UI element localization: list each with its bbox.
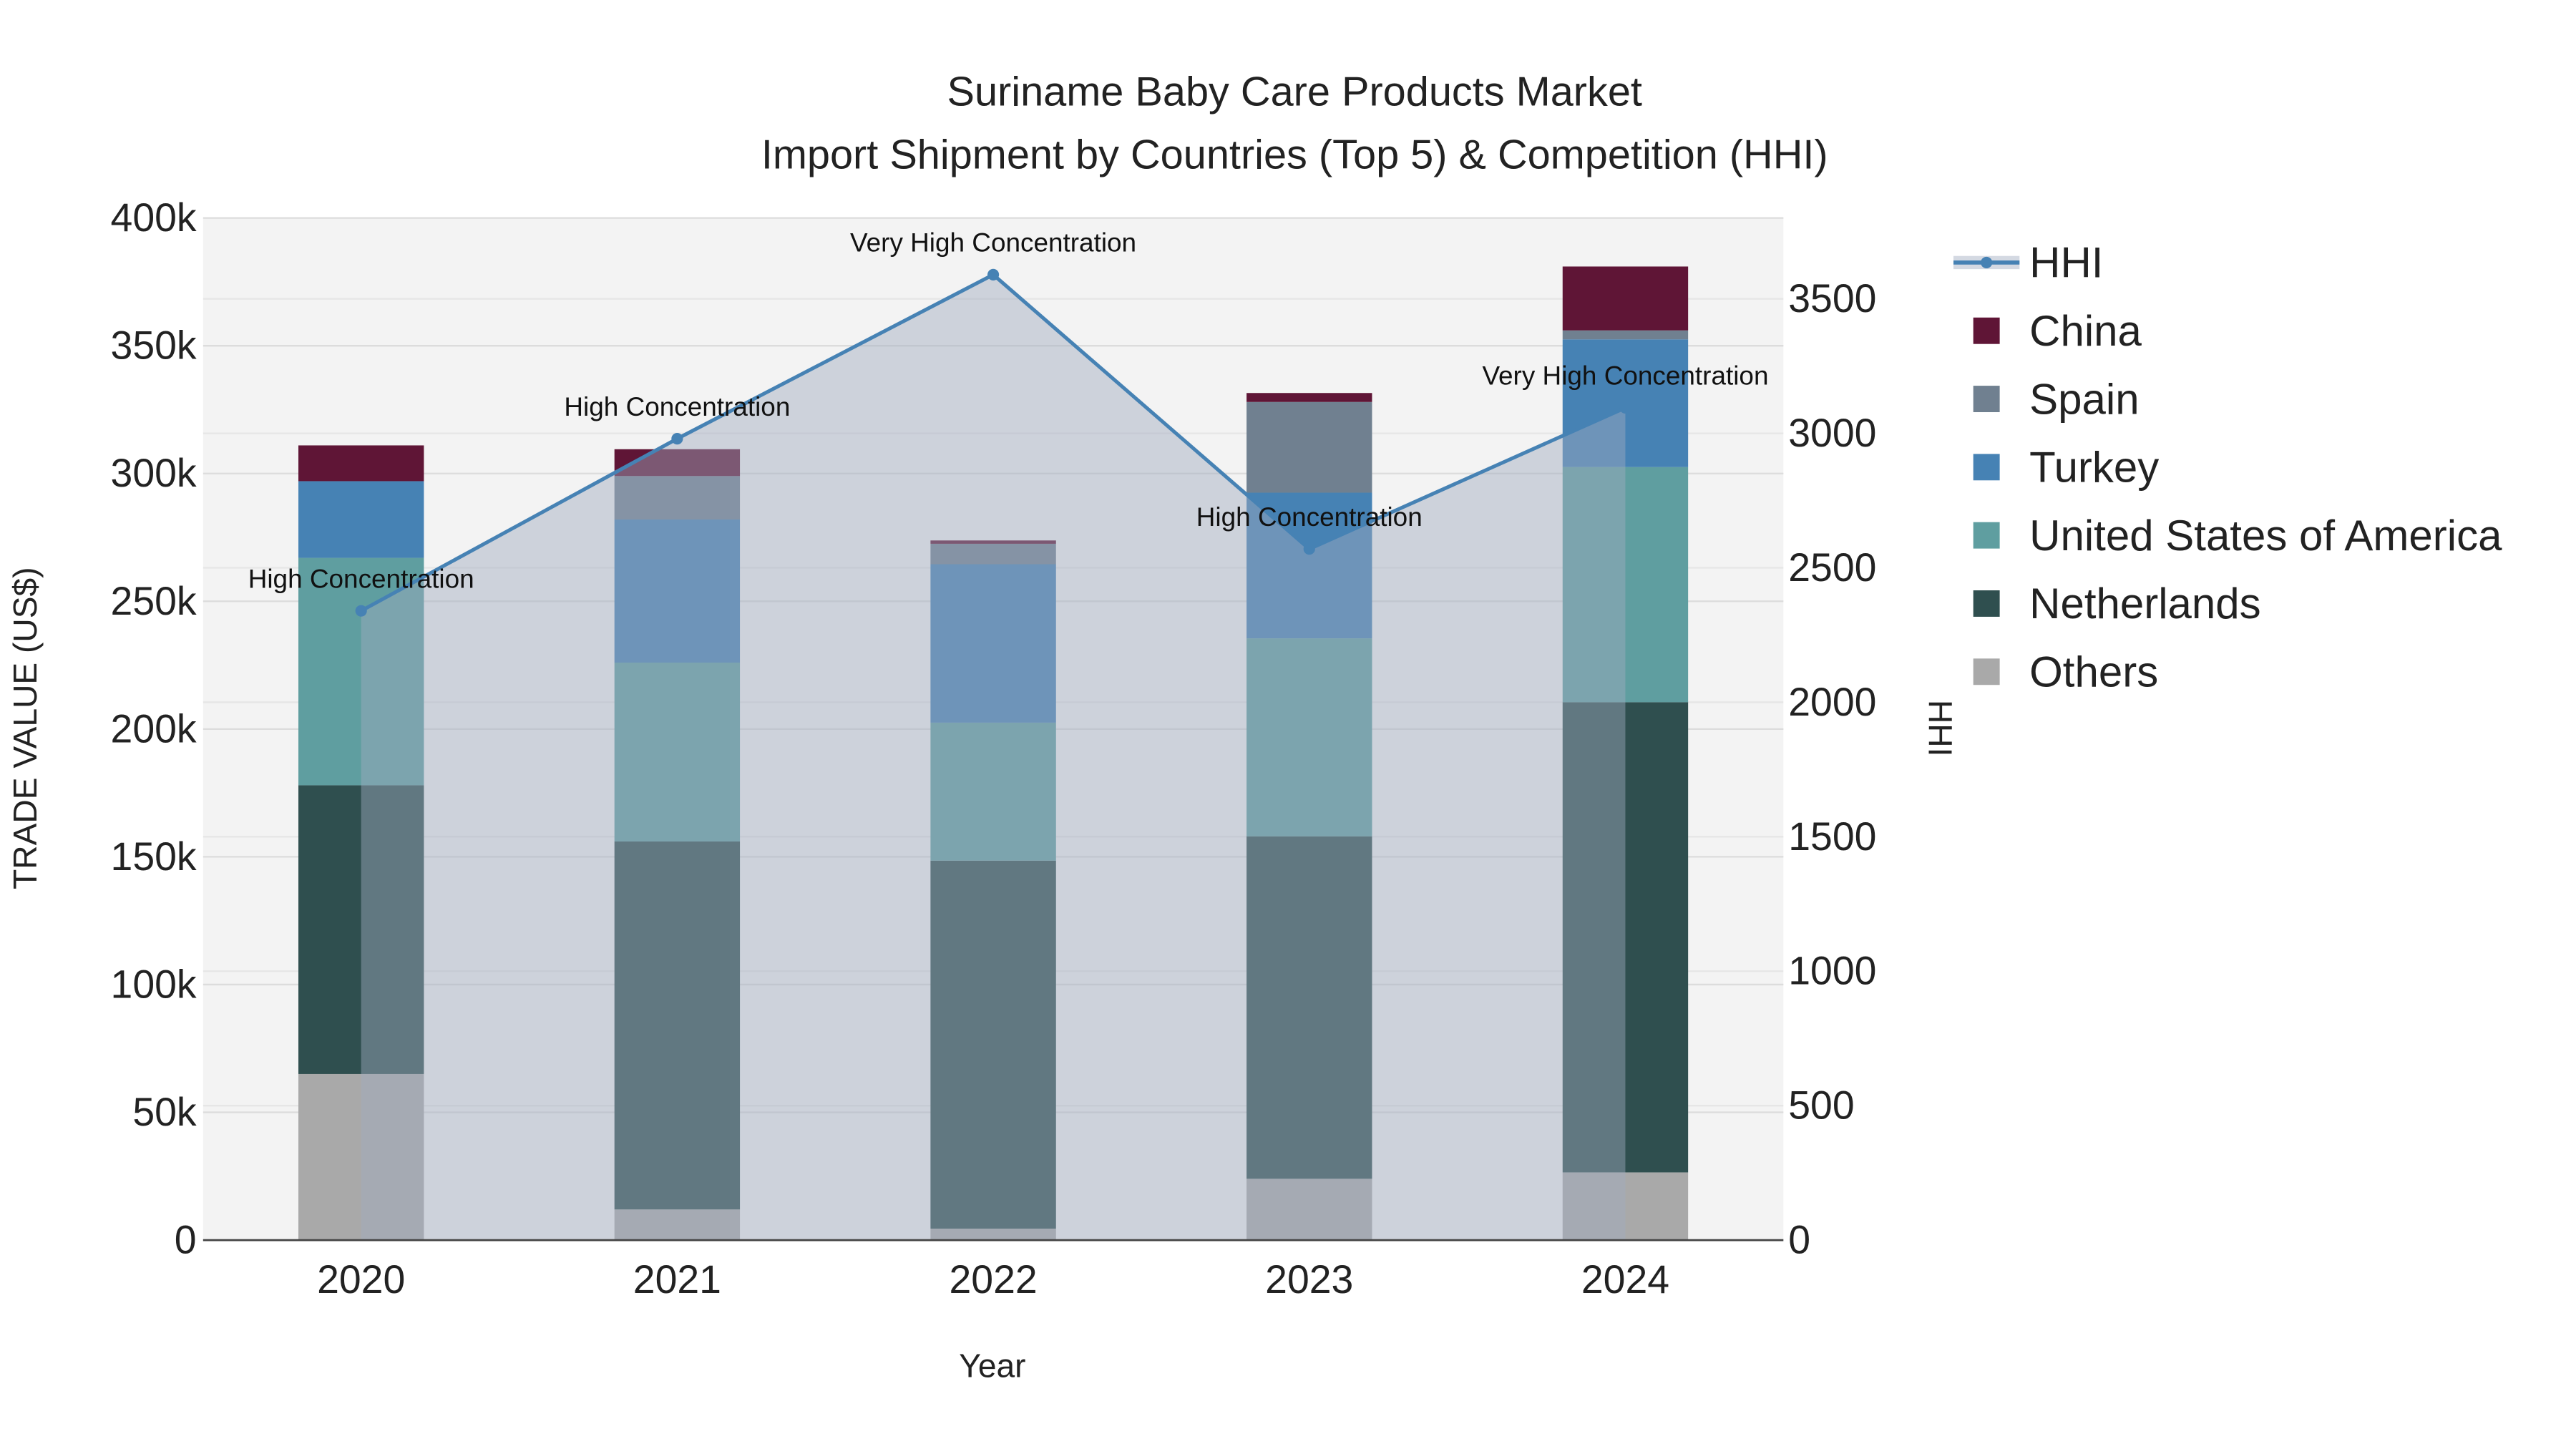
bar-china-2020 bbox=[298, 445, 424, 482]
legend-swatch-china bbox=[1973, 317, 2000, 344]
legend-swatch-turkey bbox=[1973, 454, 2000, 481]
bar-china-2023 bbox=[1246, 393, 1372, 402]
y-tick-label: 400k bbox=[111, 195, 197, 240]
x-tick-label: 2023 bbox=[1265, 1257, 1353, 1302]
x-tick-label: 2020 bbox=[317, 1257, 405, 1302]
y-tick-label: 300k bbox=[111, 451, 197, 495]
y-tick-label: 100k bbox=[111, 962, 197, 1006]
bar-turkey-2020 bbox=[298, 481, 424, 558]
y2-tick-label: 3000 bbox=[1788, 411, 1876, 455]
y-axis-ticks: 0 50k 100k 150k 200k 250k 300k 350k 400k bbox=[111, 195, 197, 1262]
legend-label-united-states-of-america: United States of America bbox=[2029, 512, 2502, 560]
hhi-point-2024 bbox=[1619, 401, 1631, 414]
chart-title-line2: Import Shipment by Countries (Top 5) & C… bbox=[761, 132, 1828, 177]
y-tick-label: 0 bbox=[175, 1218, 197, 1262]
legend-swatch-hhi-marker bbox=[1981, 256, 1993, 268]
x-tick-label: 2022 bbox=[949, 1257, 1037, 1302]
x-tick-label: 2021 bbox=[633, 1257, 721, 1302]
y2-tick-label: 2500 bbox=[1788, 545, 1876, 590]
y2-axis-ticks: 0 500 1000 1500 2000 2500 3000 3500 bbox=[1788, 276, 1876, 1262]
hhi-annotation-2023: High Concentration bbox=[1196, 502, 1423, 532]
x-tick-label: 2024 bbox=[1581, 1257, 1669, 1302]
hhi-annotation-2020: High Concentration bbox=[248, 564, 474, 593]
hhi-annotation-2021: High Concentration bbox=[564, 392, 790, 421]
hhi-point-2023 bbox=[1303, 543, 1315, 555]
y2-tick-label: 500 bbox=[1788, 1083, 1854, 1128]
y2-tick-label: 1500 bbox=[1788, 814, 1876, 859]
legend-swatch-netherlands bbox=[1973, 590, 2000, 617]
y-tick-label: 350k bbox=[111, 323, 197, 368]
y-axis-title: TRADE VALUE (US$) bbox=[6, 567, 44, 889]
y-tick-label: 50k bbox=[132, 1090, 197, 1134]
x-axis-ticks: 2020 2021 2022 2023 2024 bbox=[317, 1257, 1669, 1302]
legend: HHI China Spain Turkey United States of Amer… bbox=[1953, 239, 2502, 696]
legend-label-turkey: Turkey bbox=[2029, 444, 2159, 492]
legend-swatch-united-states-of-america bbox=[1973, 522, 2000, 549]
hhi-annotation-2024: Very High Concentration bbox=[1482, 361, 1768, 391]
y2-axis-title: HHI bbox=[1921, 700, 1958, 756]
bar-spain-2024 bbox=[1562, 330, 1689, 340]
y-tick-label: 250k bbox=[111, 579, 197, 623]
y2-tick-label: 0 bbox=[1788, 1218, 1810, 1262]
y-tick-label: 150k bbox=[111, 834, 197, 879]
legend-label-china: China bbox=[2029, 307, 2142, 355]
legend-swatch-spain bbox=[1973, 386, 2000, 412]
chart: High Concentration High Concentration Very… bbox=[6, 69, 2502, 1385]
bar-china-2024 bbox=[1562, 266, 1689, 331]
hhi-point-2022 bbox=[987, 268, 1000, 280]
y2-tick-label: 1000 bbox=[1788, 949, 1876, 993]
legend-label-netherlands: Netherlands bbox=[2029, 580, 2261, 628]
legend-swatch-others bbox=[1973, 658, 2000, 686]
hhi-point-2020 bbox=[355, 605, 367, 617]
bar-spain-2023 bbox=[1246, 401, 1372, 493]
hhi-point-2021 bbox=[671, 433, 683, 445]
chart-title-line1: Suriname Baby Care Products Market bbox=[947, 69, 1641, 115]
y2-tick-label: 3500 bbox=[1788, 276, 1876, 321]
hhi-annotation-2022: Very High Concentration bbox=[850, 228, 1136, 258]
x-axis-title: Year bbox=[959, 1347, 1025, 1385]
legend-label-others: Others bbox=[2029, 648, 2158, 696]
y2-tick-label: 2000 bbox=[1788, 680, 1876, 724]
legend-label-spain: Spain bbox=[2029, 375, 2139, 423]
y-tick-label: 200k bbox=[111, 706, 197, 751]
legend-label-hhi: HHI bbox=[2029, 239, 2103, 287]
